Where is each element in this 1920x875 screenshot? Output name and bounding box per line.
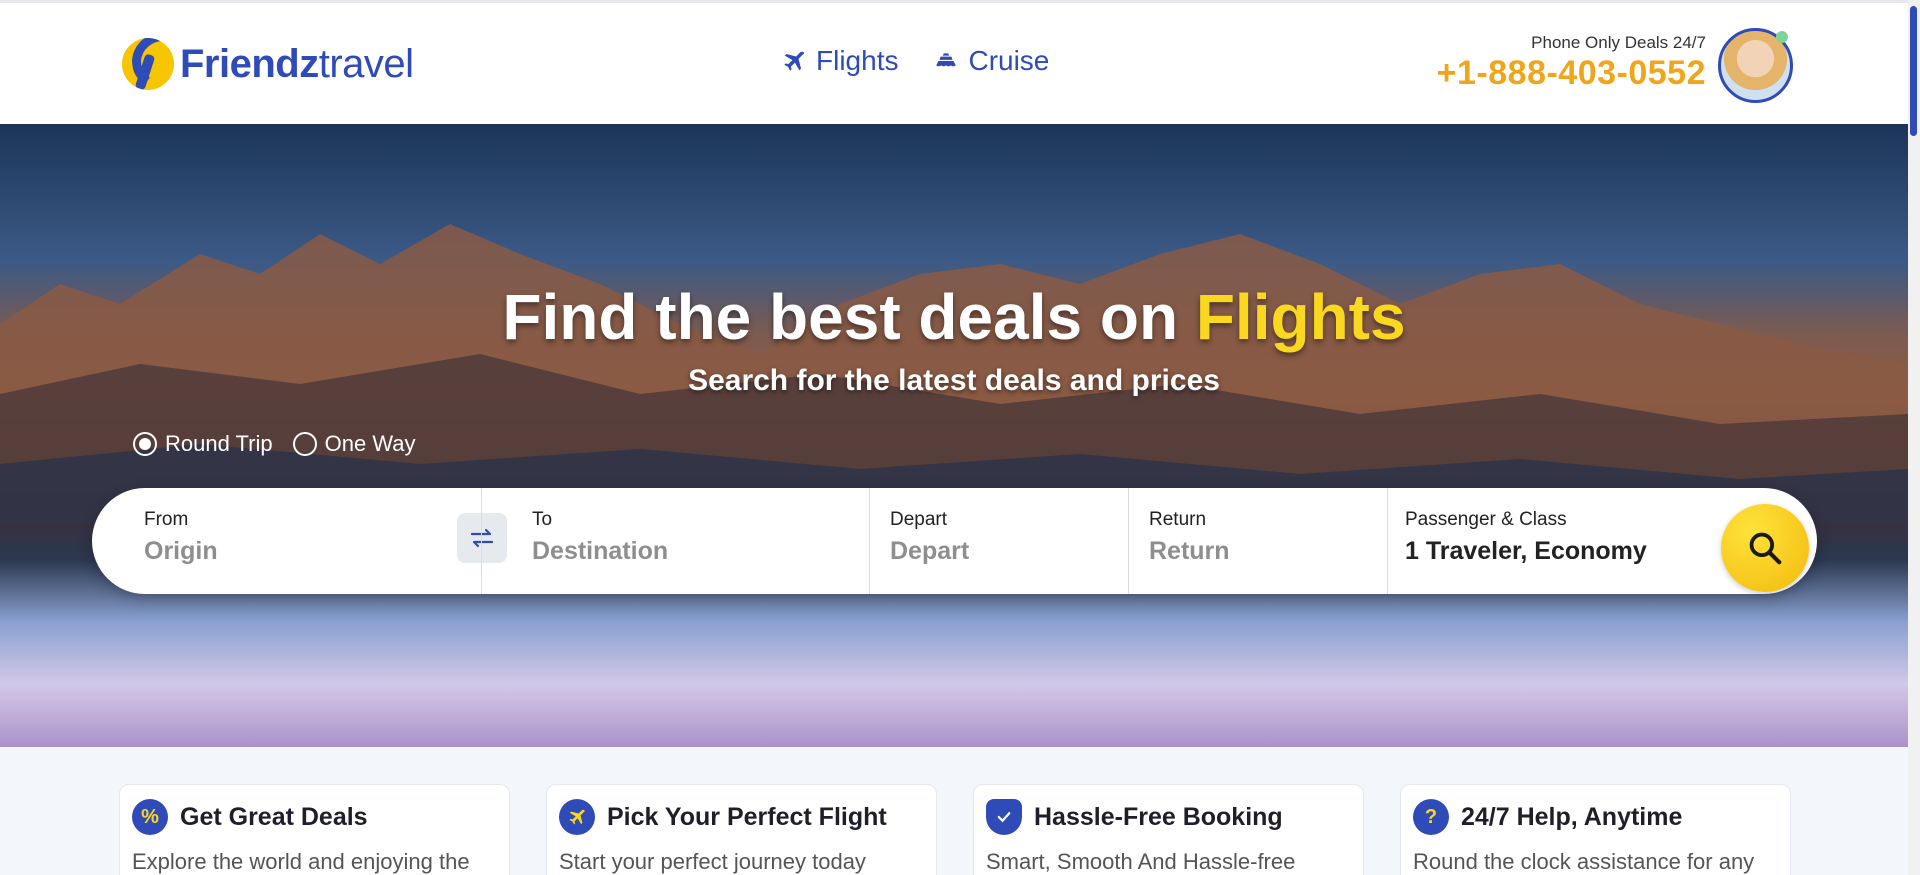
percent-badge-icon: % bbox=[132, 799, 168, 835]
main-nav: Flights Cruise bbox=[780, 45, 1049, 77]
search-icon bbox=[1749, 532, 1782, 565]
feature-text: Smart, Smooth And Hassle-free bbox=[986, 849, 1296, 874]
to-label: To bbox=[532, 509, 553, 530]
logo-text-light: travel bbox=[318, 41, 414, 86]
feature-text: Start your perfect journey today bbox=[559, 849, 866, 874]
trip-type-selector: Round Trip One Way bbox=[133, 431, 416, 457]
airplane-icon bbox=[559, 799, 595, 835]
from-label: From bbox=[144, 509, 189, 530]
return-input[interactable]: Return bbox=[1149, 537, 1379, 566]
nav-cruise-label: Cruise bbox=[968, 45, 1050, 76]
hero-title: Find the best deals on Flights bbox=[0, 280, 1908, 354]
phone-number[interactable]: +1-888-403-0552 bbox=[1437, 53, 1706, 93]
passenger-class-field[interactable]: Passenger & Class 1 Traveler, Economy bbox=[1405, 488, 1715, 594]
logo-text: Friendztravel bbox=[180, 42, 414, 87]
scrollbar-thumb[interactable] bbox=[1910, 6, 1917, 136]
logo[interactable]: Friendztravel bbox=[122, 38, 414, 90]
round-trip-label: Round Trip bbox=[165, 431, 273, 456]
feature-title: Hassle-Free Booking bbox=[1034, 802, 1283, 831]
field-divider bbox=[481, 488, 482, 594]
online-status-dot bbox=[1776, 31, 1788, 43]
logo-mark-icon bbox=[122, 38, 174, 90]
features-section: % Get Great Deals Explore the world and … bbox=[0, 747, 1908, 875]
depart-label: Depart bbox=[890, 509, 948, 530]
flight-search-bar: From Origin To Destination Depart Depart… bbox=[92, 488, 1817, 594]
return-label: Return bbox=[1149, 509, 1207, 530]
hero-title-main: Find the best deals on bbox=[502, 281, 1196, 353]
radio-unchecked-icon bbox=[292, 432, 317, 456]
return-field[interactable]: Return Return bbox=[1149, 488, 1379, 594]
feature-title: Get Great Deals bbox=[180, 802, 368, 831]
site-header: Friendztravel Flights Cruise Phone Only … bbox=[0, 3, 1908, 124]
one-way-radio[interactable]: One Way bbox=[292, 431, 416, 457]
logo-text-bold: Friendz bbox=[180, 41, 319, 86]
radio-checked-icon bbox=[133, 432, 157, 456]
feature-card: Hassle-Free Booking Smart, Smooth And Ha… bbox=[973, 784, 1364, 875]
hero-subtitle: Search for the latest deals and prices bbox=[688, 364, 1220, 397]
contact-block: Phone Only Deals 24/7 +1-888-403-0552 bbox=[1437, 33, 1706, 93]
feature-text: Round the clock assistance for any bbox=[1413, 849, 1755, 874]
search-button[interactable] bbox=[1721, 504, 1809, 592]
ship-icon bbox=[932, 47, 960, 75]
one-way-label: One Way bbox=[324, 431, 416, 456]
feature-card: ? 24/7 Help, Anytime Round the clock ass… bbox=[1400, 784, 1791, 875]
feature-text: Explore the world and enjoying the bbox=[132, 849, 470, 874]
feature-card: Pick Your Perfect Flight Start your perf… bbox=[546, 784, 937, 875]
field-divider bbox=[1128, 488, 1129, 594]
from-field[interactable]: From Origin bbox=[144, 488, 444, 594]
passenger-class-label: Passenger & Class bbox=[1405, 509, 1567, 530]
depart-input[interactable]: Depart bbox=[890, 537, 1120, 566]
hero-title-accent: Flights bbox=[1195, 281, 1406, 353]
from-input[interactable]: Origin bbox=[144, 537, 444, 566]
nav-flights[interactable]: Flights bbox=[780, 45, 898, 77]
feature-title: Pick Your Perfect Flight bbox=[607, 802, 887, 831]
field-divider bbox=[1387, 488, 1388, 594]
hero-banner: Find the best deals on Flights Search fo… bbox=[0, 124, 1908, 747]
mountain-backdrop bbox=[0, 224, 1908, 524]
page: Friendztravel Flights Cruise Phone Only … bbox=[0, 0, 1920, 875]
to-input[interactable]: Destination bbox=[532, 537, 872, 566]
round-trip-radio[interactable]: Round Trip bbox=[133, 431, 273, 457]
to-field[interactable]: To Destination bbox=[532, 488, 872, 594]
swap-button[interactable] bbox=[457, 513, 507, 563]
depart-field[interactable]: Depart Depart bbox=[890, 488, 1120, 594]
passenger-class-value[interactable]: 1 Traveler, Economy bbox=[1405, 537, 1715, 566]
airplane-icon bbox=[780, 47, 808, 75]
nav-flights-label: Flights bbox=[816, 45, 899, 76]
question-icon: ? bbox=[1413, 799, 1449, 835]
field-divider bbox=[869, 488, 870, 594]
contact-label: Phone Only Deals 24/7 bbox=[1531, 33, 1706, 52]
feature-title: 24/7 Help, Anytime bbox=[1461, 802, 1683, 831]
nav-cruise[interactable]: Cruise bbox=[932, 45, 1049, 77]
swap-arrows-icon bbox=[470, 528, 494, 548]
shield-check-icon bbox=[986, 799, 1022, 835]
feature-card: % Get Great Deals Explore the world and … bbox=[119, 784, 510, 875]
